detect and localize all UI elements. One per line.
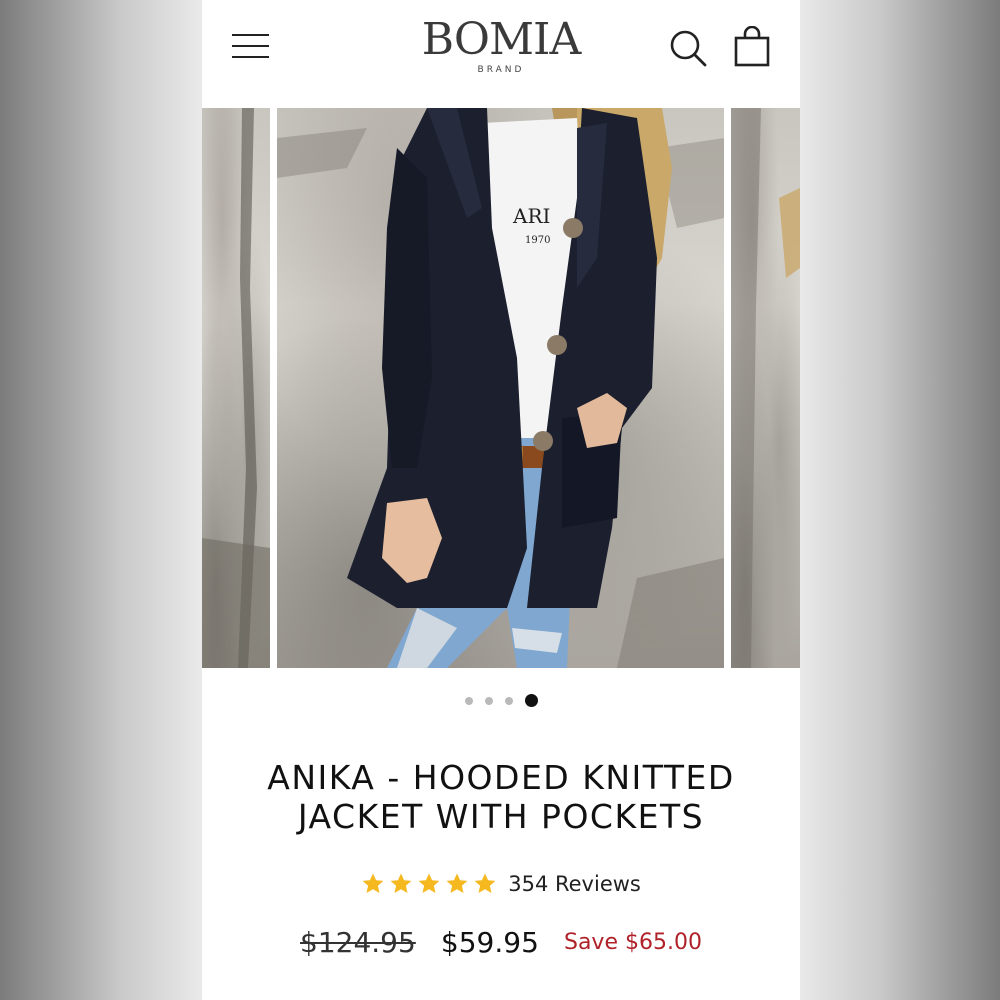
brand-name: BOMIA [421,14,581,65]
next-slide-image[interactable] [731,108,800,668]
gallery-dot-4-active[interactable] [524,694,538,707]
brand-logo[interactable]: BOMIA BRAND [401,14,601,75]
previous-slide-image[interactable] [202,108,270,668]
shopping-bag-icon[interactable] [732,26,772,68]
gallery-dot-2[interactable] [484,696,493,705]
site-header: BOMIA BRAND [202,0,800,108]
product-title: ANIKA - HOODED KNITTED JACKET WITH POCKE… [267,758,735,837]
reviews-link[interactable]: 354 Reviews [508,872,641,896]
star-icon [446,873,468,893]
gallery-dot-3[interactable] [504,696,513,705]
product-photo[interactable]: ARI 1970 [277,108,724,668]
star-icon [418,873,440,893]
star-icon [362,873,384,893]
gallery-dot-1[interactable] [464,696,473,705]
star-icon [390,873,412,893]
search-icon[interactable] [668,28,708,68]
gallery-pagination [202,690,800,707]
product-rating[interactable]: 354 Reviews [202,872,800,902]
original-price: $124.95 [300,926,416,959]
savings-label: Save $65.00 [563,930,702,955]
rating-stars [361,872,501,896]
model-wearing-jacket-image: ARI 1970 [277,108,724,668]
shirt-print-text: ARI [512,204,550,228]
product-image-gallery[interactable]: ARI 1970 [202,108,800,668]
hamburger-menu-icon[interactable] [232,32,270,62]
sale-price: $59.95 [440,926,539,959]
star-icon [474,873,496,893]
product-page: BOMIA BRAND ARI 1970 ANIKA - HOODED KNIT… [202,0,800,1000]
shirt-print-year: 1970 [525,235,550,246]
brand-subtitle: BRAND [477,65,525,75]
price-block: $124.95 $59.95 Save $65.00 [202,926,800,966]
